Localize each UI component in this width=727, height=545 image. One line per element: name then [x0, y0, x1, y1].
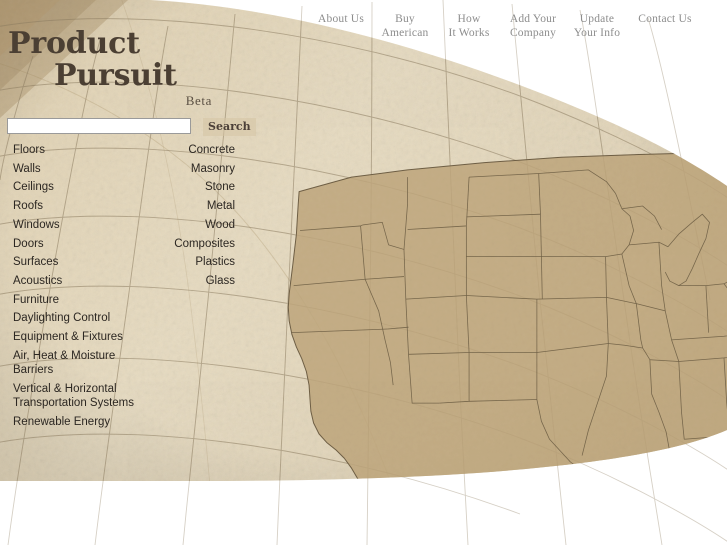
category-wood[interactable]: Wood — [120, 216, 235, 235]
category-vertical-horizontal-transportation-systems[interactable]: Vertical & Horizontal Transportation Sys… — [13, 380, 173, 413]
page-root: About Us Buy American How It Works Add Y… — [0, 0, 727, 545]
category-daylighting-control[interactable]: Daylighting Control — [13, 309, 173, 328]
category-composites[interactable]: Composites — [120, 235, 235, 254]
nav-item-update-your-info[interactable]: Update Your Info — [566, 12, 628, 40]
top-navigation: About Us Buy American How It Works Add Y… — [310, 12, 720, 52]
nav-item-add-your-company[interactable]: Add Your Company — [502, 12, 564, 40]
category-metal[interactable]: Metal — [120, 197, 235, 216]
category-furniture[interactable]: Furniture — [13, 291, 173, 310]
category-renewable-energy[interactable]: Renewable Energy — [13, 413, 173, 432]
category-stone[interactable]: Stone — [120, 178, 235, 197]
nav-item-about-us[interactable]: About Us — [310, 12, 372, 26]
category-plastics[interactable]: Plastics — [120, 253, 235, 272]
category-equipment-fixtures[interactable]: Equipment & Fixtures — [13, 328, 173, 347]
nav-item-contact-us[interactable]: Contact Us — [630, 12, 700, 26]
search-button[interactable]: Search — [203, 118, 256, 136]
nav-item-buy-american[interactable]: Buy American — [374, 12, 436, 40]
search-bar: Search — [7, 118, 257, 138]
search-input[interactable] — [7, 118, 191, 134]
category-concrete[interactable]: Concrete — [120, 141, 235, 160]
category-column-right: Concrete Masonry Stone Metal Wood Compos… — [120, 141, 235, 291]
category-air-heat-moisture-barriers[interactable]: Air, Heat & Moisture Barriers — [13, 347, 173, 380]
category-glass[interactable]: Glass — [120, 272, 235, 291]
category-masonry[interactable]: Masonry — [120, 160, 235, 179]
nav-item-how-it-works[interactable]: How It Works — [438, 12, 500, 40]
